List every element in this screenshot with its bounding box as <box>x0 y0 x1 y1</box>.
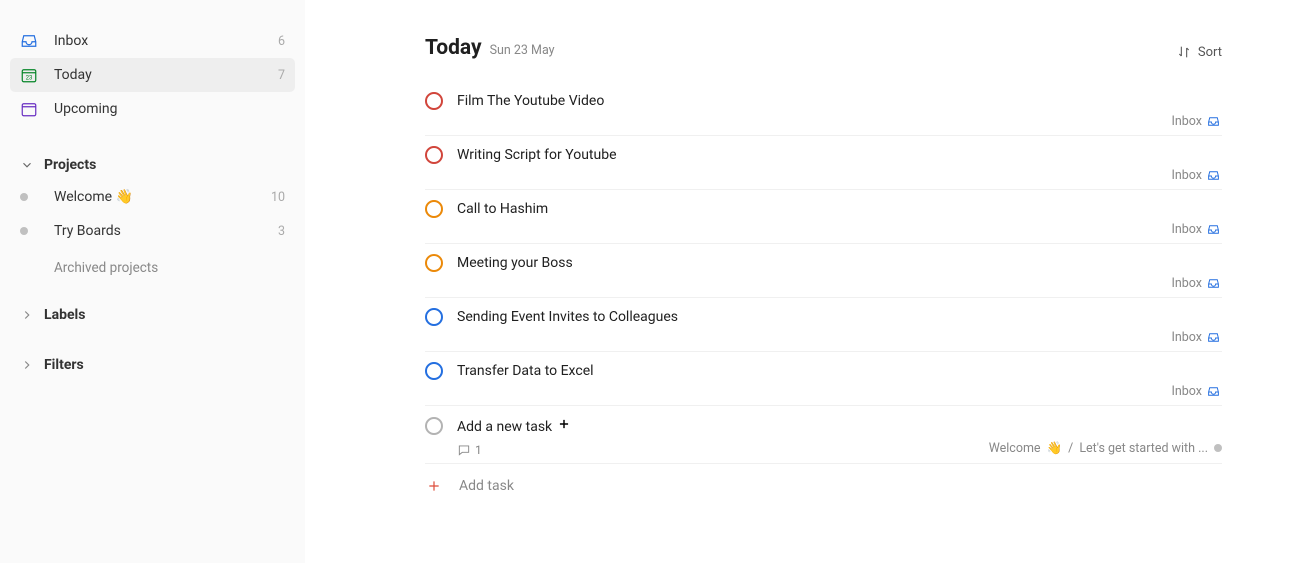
project-bullet-icon <box>20 227 44 235</box>
nav-label: Upcoming <box>54 101 285 117</box>
project-name: Welcome <box>54 189 112 205</box>
labels-section: Labels <box>10 300 295 330</box>
task-item[interactable]: Writing Script for Youtube Inbox <box>425 136 1222 190</box>
task-checkbox[interactable] <box>425 362 443 380</box>
inbox-icon <box>1207 169 1220 182</box>
comment-icon <box>457 443 471 457</box>
project-path-emoji: 👋 <box>1047 441 1063 456</box>
labels-header[interactable]: Labels <box>10 300 295 330</box>
main-content: Today Sun 23 May Sort Film The Youtube V… <box>305 0 1312 563</box>
nav-label: Today <box>54 67 278 83</box>
page-title: Today <box>425 36 482 60</box>
task-project-link[interactable]: Inbox <box>1171 330 1202 345</box>
task-item[interactable]: Call to Hashim Inbox <box>425 190 1222 244</box>
project-label: Try Boards <box>54 223 278 239</box>
add-task-button[interactable]: Add task <box>425 464 1222 494</box>
task-title: Call to Hashim <box>457 201 548 217</box>
sidebar: Inbox 6 23 Today 7 Upcoming <box>0 0 305 563</box>
project-count: 3 <box>278 224 285 239</box>
sidebar-project-try-boards[interactable]: Try Boards 3 <box>10 214 295 248</box>
add-task-label: Add task <box>459 478 514 494</box>
task-project-link[interactable]: Inbox <box>1171 222 1202 237</box>
task-title: Transfer Data to Excel <box>457 363 594 379</box>
project-label: Welcome 👋 <box>54 189 271 205</box>
task-item[interactable]: Meeting your Boss Inbox <box>425 244 1222 298</box>
task-meta: Inbox <box>425 384 1222 399</box>
project-bullet-icon <box>20 193 44 201</box>
nav-label: Inbox <box>54 33 278 49</box>
chevron-right-icon <box>20 308 44 322</box>
section-title: Labels <box>44 307 85 323</box>
sort-button[interactable]: Sort <box>1176 44 1222 60</box>
inbox-icon <box>1207 277 1220 290</box>
task-meta: Inbox <box>425 222 1222 237</box>
task-meta: Inbox <box>425 276 1222 291</box>
task-item[interactable]: Transfer Data to Excel Inbox <box>425 352 1222 406</box>
section-title: Projects <box>44 157 96 173</box>
inbox-icon <box>20 32 44 50</box>
task-checkbox[interactable] <box>425 92 443 110</box>
plus-icon <box>425 478 443 494</box>
comment-count: 1 <box>475 443 482 457</box>
project-count: 10 <box>271 190 285 205</box>
task-checkbox[interactable] <box>425 417 443 435</box>
chevron-right-icon <box>20 358 44 372</box>
today-icon: 23 <box>20 66 44 84</box>
task-project-path[interactable]: Welcome 👋 / Let's get started with ... <box>989 441 1222 456</box>
sort-label: Sort <box>1198 45 1222 60</box>
task-title: Meeting your Boss <box>457 255 573 271</box>
task-project-link[interactable]: Inbox <box>1171 168 1202 183</box>
projects-header[interactable]: Projects <box>10 150 295 180</box>
task-project-link[interactable]: Inbox <box>1171 276 1202 291</box>
task-item[interactable]: Film The Youtube Video Inbox <box>425 82 1222 136</box>
upcoming-icon <box>20 100 44 118</box>
task-meta: Inbox <box>425 330 1222 345</box>
sort-icon <box>1176 44 1192 60</box>
task-list: Film The Youtube VideoInboxWriting Scrip… <box>425 82 1222 406</box>
task-project-link[interactable]: Inbox <box>1171 114 1202 129</box>
archived-projects-link[interactable]: Archived projects <box>10 248 295 276</box>
inbox-icon <box>1207 331 1220 344</box>
nav-item-inbox[interactable]: Inbox 6 <box>10 24 295 58</box>
sidebar-project-welcome[interactable]: Welcome 👋 10 <box>10 180 295 214</box>
task-item-special[interactable]: Add a new task 1 Welcome 👋 / Let's get s… <box>425 406 1222 464</box>
project-path-sep: / <box>1068 441 1073 456</box>
title-block: Today Sun 23 May <box>425 36 555 60</box>
inbox-icon <box>1207 385 1220 398</box>
task-checkbox[interactable] <box>425 254 443 272</box>
plus-icon <box>556 416 572 432</box>
inbox-icon <box>1207 115 1220 128</box>
task-title-text: Add a new task <box>457 419 552 435</box>
app-root: Inbox 6 23 Today 7 Upcoming <box>0 0 1312 563</box>
inbox-icon <box>1207 223 1220 236</box>
nav-item-upcoming[interactable]: Upcoming <box>10 92 295 126</box>
projects-section: Projects Welcome 👋 10 Try Boards 3 Archi… <box>10 150 295 276</box>
header-row: Today Sun 23 May Sort <box>425 36 1222 60</box>
page-subtitle: Sun 23 May <box>490 43 555 58</box>
nav-count: 6 <box>278 34 285 49</box>
task-title: Film The Youtube Video <box>457 93 604 109</box>
comment-indicator[interactable]: 1 <box>457 443 482 457</box>
task-title: Add a new task <box>457 416 572 435</box>
task-checkbox[interactable] <box>425 200 443 218</box>
project-path-rest: Let's get started with ... <box>1079 441 1208 456</box>
nav-count: 7 <box>278 68 285 83</box>
project-emoji: 👋 <box>116 189 133 205</box>
section-title: Filters <box>44 357 84 373</box>
chevron-down-icon <box>20 158 44 172</box>
task-meta: Inbox <box>425 114 1222 129</box>
nav-item-today[interactable]: 23 Today 7 <box>10 58 295 92</box>
task-checkbox[interactable] <box>425 308 443 326</box>
task-title: Sending Event Invites to Colleagues <box>457 309 678 325</box>
task-project-link[interactable]: Inbox <box>1171 384 1202 399</box>
project-bullet-icon <box>1214 444 1222 452</box>
task-checkbox[interactable] <box>425 146 443 164</box>
filters-header[interactable]: Filters <box>10 350 295 380</box>
task-meta: Inbox <box>425 168 1222 183</box>
task-item[interactable]: Sending Event Invites to Colleagues Inbox <box>425 298 1222 352</box>
project-path-label: Welcome <box>989 441 1041 456</box>
filters-section: Filters <box>10 350 295 380</box>
svg-text:23: 23 <box>26 75 33 82</box>
task-title: Writing Script for Youtube <box>457 147 617 163</box>
